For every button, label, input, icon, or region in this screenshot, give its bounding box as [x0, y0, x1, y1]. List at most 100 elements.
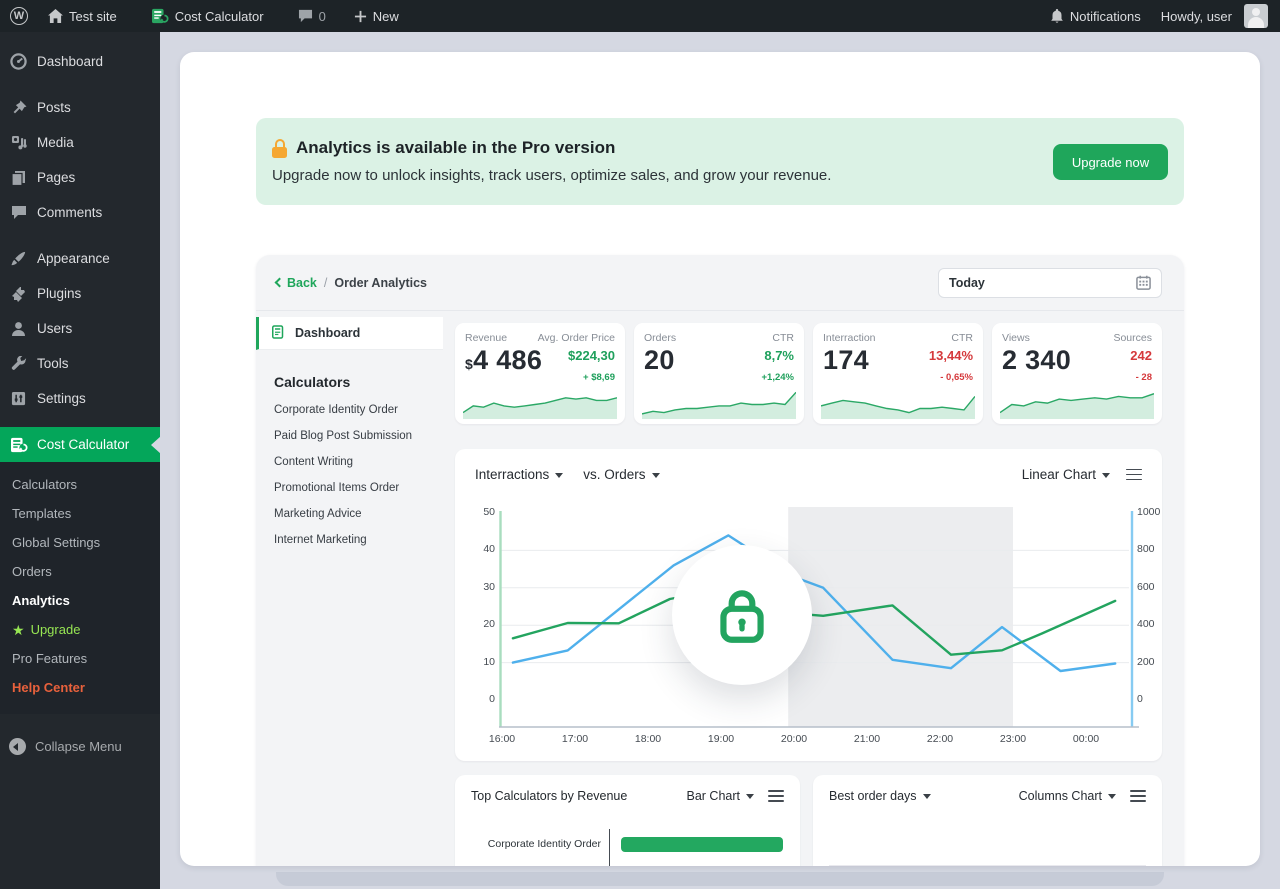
calculator-list-item[interactable]: Corporate Identity Order: [274, 404, 443, 416]
wordpress-menu[interactable]: W: [0, 0, 38, 32]
line-chart-card: Interractions vs. Orders Linear Chart: [455, 449, 1162, 761]
analytics-sidebar: Dashboard Calculators Corporate Identity…: [256, 311, 443, 866]
submenu-item-templates[interactable]: Templates: [0, 499, 160, 528]
stat-sub-value: 8,7%: [764, 348, 794, 363]
y-axis-label: 50: [477, 506, 495, 518]
submenu-item-global-settings[interactable]: Global Settings: [0, 528, 160, 557]
sidebar-item-label: Posts: [37, 100, 71, 115]
y-axis-label: 1000: [1137, 506, 1171, 518]
back-link[interactable]: Back: [276, 276, 317, 290]
stat-sub-label: Avg. Order Price: [538, 332, 615, 344]
sparkline: [821, 389, 975, 419]
submenu-item-analytics[interactable]: Analytics: [0, 586, 160, 615]
sidebar-item-posts[interactable]: Posts: [0, 90, 160, 125]
stat-sub-label: CTR: [772, 332, 794, 344]
stat-card-orders: OrdersCTR 20 8,7%+1,24%: [634, 323, 804, 424]
tab-dashboard[interactable]: Dashboard: [256, 317, 443, 350]
chevron-down-icon: [1108, 794, 1116, 799]
sidebar-item-label: Users: [37, 321, 72, 336]
stat-label: Views: [1002, 332, 1030, 344]
bar-category-label: Corporate Identity Order: [471, 838, 609, 850]
bar-chart-title: Top Calculators by Revenue: [471, 789, 627, 803]
series-1-select[interactable]: Interractions: [475, 467, 563, 482]
upgrade-now-button[interactable]: Upgrade now: [1053, 144, 1168, 180]
bar: [621, 837, 783, 852]
calculator-icon: [272, 325, 287, 342]
sidebar-item-cost-calculator[interactable]: Cost Calculator: [0, 427, 160, 462]
sidebar-item-dashboard[interactable]: Dashboard: [0, 44, 160, 79]
stat-value: 174: [823, 346, 869, 386]
sidebar-item-comments[interactable]: Comments: [0, 195, 160, 230]
bar-chart-row: Corporate Identity Order: [471, 829, 784, 859]
account-menu[interactable]: Howdy, user: [1151, 0, 1280, 32]
stat-label: Orders: [644, 332, 676, 344]
columns-chart-type-select[interactable]: Columns Chart: [1019, 789, 1116, 803]
calculators-list: Corporate Identity Order Paid Blog Post …: [256, 404, 443, 546]
analytics-panel-header: Back / Order Analytics Today: [256, 255, 1184, 311]
submenu-item-orders[interactable]: Orders: [0, 557, 160, 586]
line-chart-plot: [499, 505, 1139, 735]
collapse-menu-button[interactable]: Collapse Menu: [0, 730, 160, 763]
calculator-list-item[interactable]: Internet Marketing: [274, 534, 443, 546]
stat-card-revenue: RevenueAvg. Order Price $4 486 $224,30+ …: [455, 323, 625, 424]
sidebar-item-settings[interactable]: Settings: [0, 381, 160, 416]
howdy-label: Howdy, user: [1161, 9, 1232, 24]
y-axis-label: 600: [1137, 581, 1171, 593]
sidebar-item-appearance[interactable]: Appearance: [0, 241, 160, 276]
collapse-arrow-icon: [9, 738, 26, 755]
calculator-list-item[interactable]: Content Writing: [274, 456, 443, 468]
stat-sub-label: Sources: [1113, 332, 1152, 344]
chevron-down-icon: [1102, 473, 1110, 478]
sidebar-item-tools[interactable]: Tools: [0, 346, 160, 381]
notifications-label: Notifications: [1070, 9, 1141, 24]
chart-menu-icon[interactable]: [1130, 790, 1146, 802]
best-order-days-select[interactable]: Best order days: [829, 789, 931, 803]
columns-chart-baseline: [829, 865, 1146, 866]
x-axis-label: 21:00: [847, 733, 887, 745]
submenu-item-calculators[interactable]: Calculators: [0, 470, 160, 499]
settings-icon: [9, 389, 28, 408]
x-axis-label: 00:00: [1066, 733, 1106, 745]
chart-menu-icon[interactable]: [768, 790, 784, 802]
submenu-item-help-center[interactable]: Help Center: [0, 673, 160, 702]
chevron-down-icon: [746, 794, 754, 799]
comments-shortcut[interactable]: 0: [288, 0, 336, 32]
notifications-button[interactable]: Notifications: [1040, 0, 1151, 32]
collapse-menu-label: Collapse Menu: [35, 739, 122, 754]
sidebar-item-users[interactable]: Users: [0, 311, 160, 346]
stat-delta: - 0,65%: [940, 372, 973, 383]
sidebar-item-label: Appearance: [37, 251, 110, 266]
series-2-select[interactable]: vs. Orders: [583, 467, 659, 482]
cost-calculator-shortcut[interactable]: Cost Calculator: [141, 0, 274, 32]
sidebar-item-media[interactable]: Media: [0, 125, 160, 160]
calculator-list-item[interactable]: Promotional Items Order: [274, 482, 443, 494]
calculator-list-item[interactable]: Marketing Advice: [274, 508, 443, 520]
new-content-button[interactable]: New: [344, 0, 409, 32]
submenu-item-pro-features[interactable]: Pro Features: [0, 644, 160, 673]
pushpin-icon: [9, 98, 28, 117]
y-axis-label: 30: [477, 581, 495, 593]
sparkline: [1000, 389, 1154, 419]
admin-sidebar: Dashboard Posts Media Pages Comments App…: [0, 32, 160, 889]
calendar-icon: [1136, 275, 1151, 290]
sparkline: [642, 389, 796, 419]
lock-icon: [272, 139, 287, 158]
site-name-label: Test site: [69, 9, 117, 24]
chart-menu-icon[interactable]: [1126, 469, 1142, 481]
dashboard-icon: [9, 52, 28, 71]
sidebar-item-pages[interactable]: Pages: [0, 160, 160, 195]
submenu-item-upgrade[interactable]: ★Upgrade: [0, 615, 160, 644]
analytics-main: RevenueAvg. Order Price $4 486 $224,30+ …: [443, 311, 1184, 866]
shaded-region: [788, 507, 1013, 727]
site-name-link[interactable]: Test site: [38, 0, 127, 32]
stat-label: Interraction: [823, 332, 876, 344]
date-range-select[interactable]: Today: [938, 268, 1162, 298]
bar-chart-type-select[interactable]: Bar Chart: [687, 789, 755, 803]
calculator-list-item[interactable]: Paid Blog Post Submission: [274, 430, 443, 442]
banner-subtitle: Upgrade now to unlock insights, track us…: [272, 167, 1168, 184]
stat-label: Revenue: [465, 332, 507, 344]
chevron-down-icon: [555, 473, 563, 478]
chart-type-select[interactable]: Linear Chart: [1022, 467, 1110, 482]
bar-chart-rows: Corporate Identity OrderPaid Blog Post S…: [471, 829, 784, 866]
sidebar-item-plugins[interactable]: Plugins: [0, 276, 160, 311]
